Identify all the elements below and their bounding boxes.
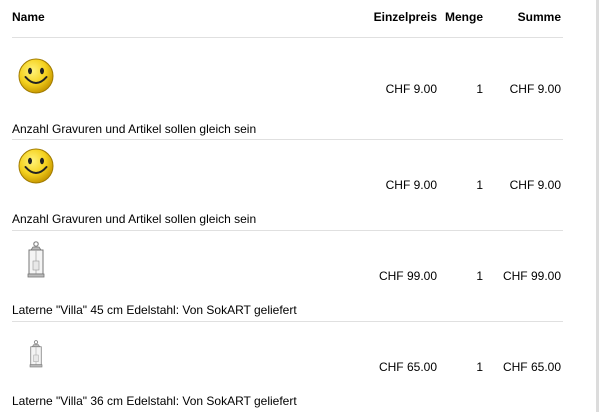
header-unit-price: Einzelpreis [373, 10, 437, 24]
row-total: CHF 65.00 [502, 360, 561, 374]
item-description: Anzahl Gravuren und Artikel sollen gleic… [12, 212, 257, 226]
row-total: CHF 9.00 [509, 82, 561, 96]
unit-price: CHF 65.00 [378, 360, 437, 374]
table-row: CHF 9.00 1 CHF 9.00 Anzahl Gravuren und … [12, 38, 563, 140]
lantern-icon [27, 241, 45, 278]
row-total: CHF 99.00 [502, 269, 561, 283]
cart-table: Name Einzelpreis Menge Summe CHF 9.00 1 … [12, 0, 563, 412]
smiley-icon [18, 148, 54, 184]
table-row: CHF 99.00 1 CHF 99.00 Laterne "Villa" 45… [12, 231, 563, 322]
header-quantity: Menge [444, 10, 483, 24]
header-name: Name [12, 10, 45, 24]
table-row: CHF 65.00 1 CHF 65.00 Laterne "Villa" 36… [12, 322, 563, 412]
quantity: 1 [476, 178, 483, 192]
table-row: CHF 9.00 1 CHF 9.00 Anzahl Gravuren und … [12, 140, 563, 231]
quantity: 1 [476, 269, 483, 283]
item-description: Laterne "Villa" 45 cm Edelstahl: Von Sok… [12, 303, 297, 317]
quantity: 1 [476, 82, 483, 96]
row-total: CHF 9.00 [509, 178, 561, 192]
header-total: Summe [517, 10, 561, 24]
smiley-icon [18, 58, 54, 94]
quantity: 1 [476, 360, 483, 374]
lantern-icon [29, 340, 43, 368]
item-description: Anzahl Gravuren und Artikel sollen gleic… [12, 122, 257, 136]
table-header: Name Einzelpreis Menge Summe [12, 0, 563, 38]
unit-price: CHF 99.00 [378, 269, 437, 283]
item-description: Laterne "Villa" 36 cm Edelstahl: Von Sok… [12, 394, 297, 408]
unit-price: CHF 9.00 [385, 178, 437, 192]
unit-price: CHF 9.00 [385, 82, 437, 96]
